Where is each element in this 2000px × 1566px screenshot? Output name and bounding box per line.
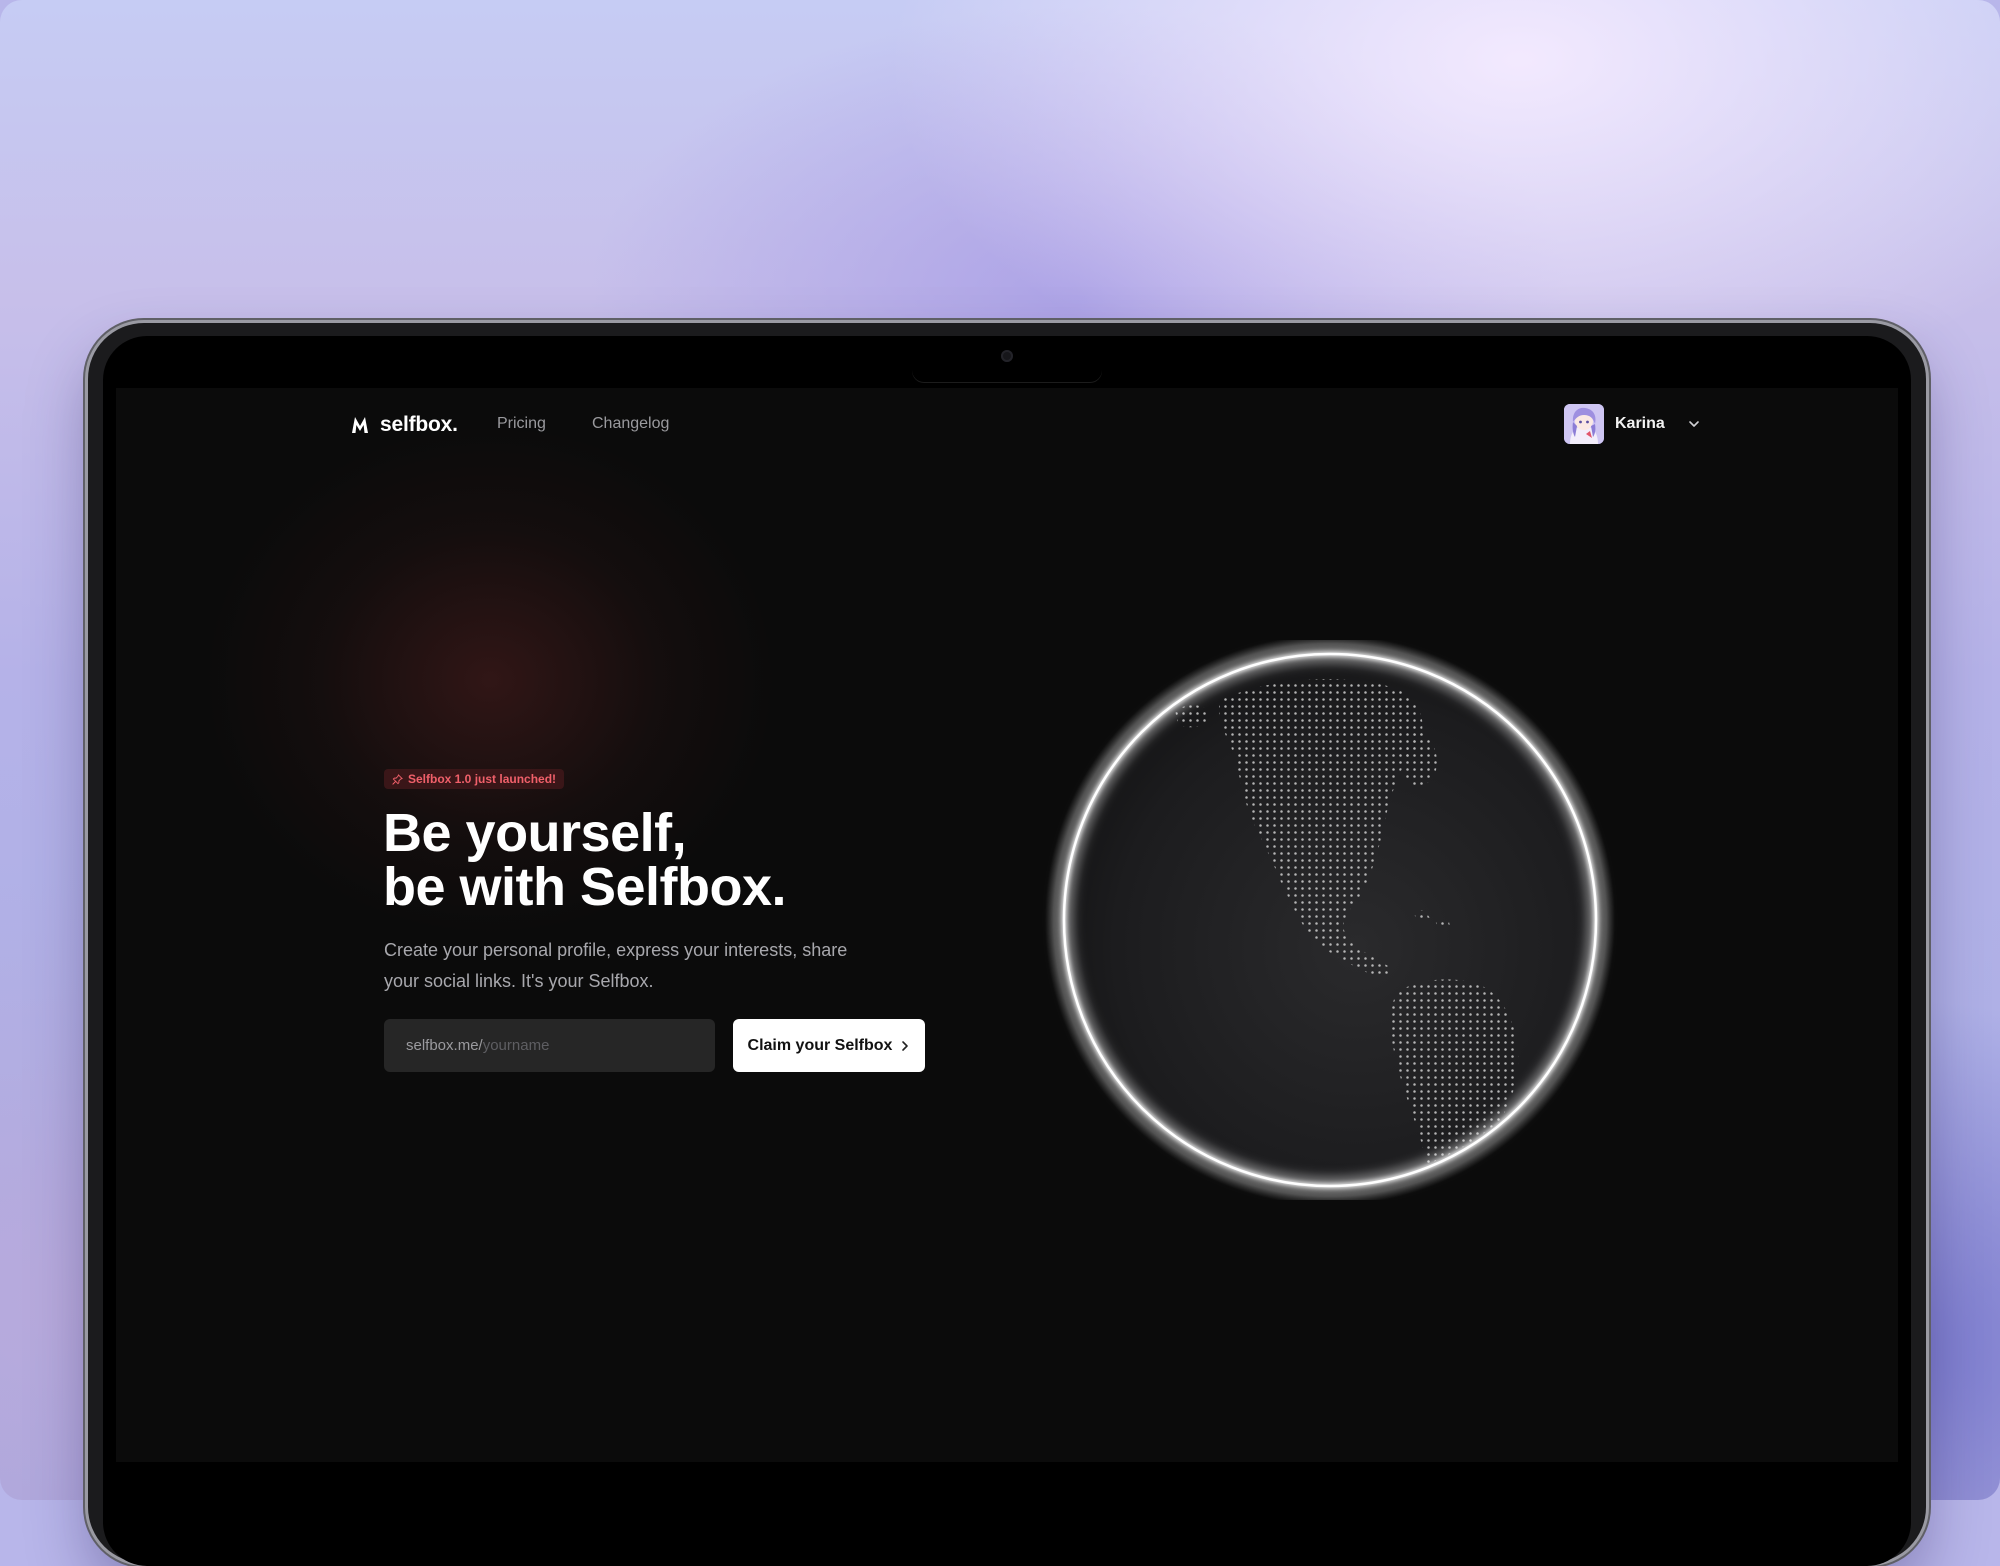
website-viewport <box>116 388 1898 1462</box>
claim-selfbox-button[interactable]: Claim your Selfbox <box>733 1019 925 1072</box>
claim-button-label: Claim your Selfbox <box>747 1036 893 1054</box>
avatar-illustration-icon <box>1564 404 1604 444</box>
user-menu[interactable]: Karina <box>1564 404 1701 444</box>
launch-badge[interactable]: Selfbox 1.0 just launched! <box>384 769 565 789</box>
pin-icon <box>392 773 403 785</box>
launch-badge-text: Selfbox 1.0 just launched! <box>408 772 557 786</box>
hero-description: Create your personal profile, express yo… <box>384 940 848 991</box>
screen-bottom-edge <box>116 1462 1898 1500</box>
nav-link-pricing[interactable]: Pricing <box>497 415 546 433</box>
brand-name: selfbox. <box>380 413 458 436</box>
user-avatar[interactable] <box>1564 404 1604 444</box>
hero-headline: Be yourself, be with Selfbox. <box>383 803 787 917</box>
chevron-right-icon <box>902 1040 909 1051</box>
username-field[interactable]: selfbox.me/ <box>384 1019 715 1072</box>
globe-visual <box>1040 635 1620 1205</box>
hero-headline-line-1: Be yourself, <box>383 803 687 863</box>
nav-link-changelog[interactable]: Changelog <box>592 415 669 433</box>
brand-logo[interactable]: selfbox. <box>350 413 458 437</box>
user-name: Karina <box>1615 415 1665 432</box>
username-input[interactable] <box>482 1037 683 1054</box>
hero-headline-line-2: be with Selfbox. <box>383 857 787 917</box>
url-prefix: selfbox.me/ <box>406 1037 483 1054</box>
camera-icon <box>1001 350 1013 362</box>
globe-icon <box>1045 635 1615 1205</box>
chevron-down-icon[interactable] <box>1687 417 1701 431</box>
selfbox-logo-icon <box>352 417 368 433</box>
